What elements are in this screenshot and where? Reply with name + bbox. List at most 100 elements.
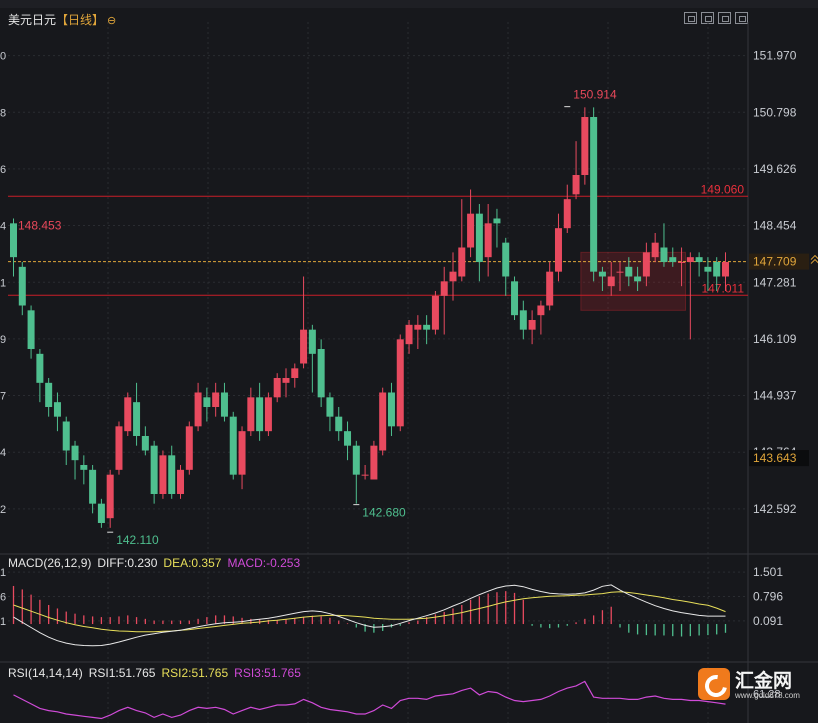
- candle-body: [493, 218, 501, 224]
- candle-body: [713, 262, 721, 277]
- candle-body: [581, 117, 589, 175]
- candle-body: [115, 426, 123, 470]
- candle-body: [370, 445, 378, 480]
- candle-body: [440, 281, 448, 296]
- scroll-up-icon: [810, 254, 818, 264]
- candle-body: [686, 257, 694, 262]
- candle-body: [484, 223, 492, 258]
- candle-body: [247, 397, 255, 432]
- low-annotation: 142.680: [362, 506, 406, 520]
- candle-body: [27, 310, 35, 349]
- candle-body: [704, 266, 712, 272]
- candle-body: [511, 281, 519, 316]
- candle-body: [264, 397, 272, 432]
- left-axis-tick: 1: [0, 616, 6, 628]
- candle-body: [185, 426, 193, 470]
- candle-body: [352, 445, 360, 475]
- rsi-line: [13, 680, 726, 720]
- candle-body: [379, 392, 387, 451]
- price-axis-tick: 150.798: [753, 105, 797, 119]
- candle-body: [335, 416, 343, 432]
- rsi2-value: RSI2:51.765: [161, 666, 229, 680]
- candle-body: [475, 213, 483, 262]
- left-axis-tick: 1: [0, 567, 6, 579]
- candle-body: [546, 271, 554, 306]
- candle-body: [106, 474, 114, 519]
- price-axis-tick: 146.109: [753, 332, 797, 346]
- candle-body: [71, 445, 79, 461]
- candle-body: [528, 320, 536, 330]
- candle-body: [405, 324, 413, 345]
- left-axis-tick: 1: [0, 277, 6, 289]
- macd-axis-tick: 0.091: [753, 614, 783, 628]
- candle-body: [537, 305, 545, 316]
- price-axis-tick: 149.626: [753, 162, 797, 176]
- candle-body: [89, 469, 97, 504]
- candle-body: [396, 339, 404, 427]
- left-axis-tick: 9: [0, 334, 6, 346]
- candle-body: [220, 392, 228, 417]
- candle-body: [616, 271, 624, 273]
- candle-body: [62, 421, 70, 451]
- candle-body: [53, 402, 61, 417]
- candle-body: [326, 397, 334, 417]
- candle-body: [414, 324, 422, 330]
- chart-canvas[interactable]: 151.970 0 150.798 8 149.626 6 148.454 4 147.281 1…: [0, 0, 818, 723]
- price-axis-tick: 148.454: [753, 219, 797, 233]
- candle-body: [282, 378, 290, 383]
- price-axis-tick: 151.970: [753, 49, 797, 63]
- price-axis-tick: 142.592: [753, 502, 797, 516]
- candle-body: [141, 436, 149, 451]
- level-label: 149.060: [701, 182, 745, 196]
- high-annotation: 148.453: [18, 219, 62, 233]
- left-axis-tick: 2: [0, 504, 6, 516]
- candle-body: [36, 353, 44, 383]
- candle-body: [150, 445, 158, 494]
- candle-body: [124, 397, 132, 432]
- candle-body: [291, 368, 299, 378]
- candle-body: [625, 266, 633, 277]
- candle-body: [159, 455, 167, 494]
- price-axis-tick: 144.937: [753, 389, 797, 403]
- candle-body: [660, 247, 668, 262]
- rsi-legend: RSI(14,14,14) RSI1:51.765 RSI2:51.765 RSI3:…: [8, 666, 307, 680]
- macd-params: MACD(26,12,9): [8, 556, 92, 570]
- candle-body: [273, 378, 281, 398]
- candle-body: [669, 257, 677, 262]
- candle-body: [308, 329, 316, 354]
- candle-body: [361, 474, 369, 476]
- candle-body: [168, 455, 176, 494]
- candle-body: [80, 465, 88, 470]
- diff-value: DIFF:0.230: [97, 556, 158, 570]
- diff-line: [13, 584, 726, 647]
- candle-body: [229, 416, 237, 475]
- candle-body: [458, 247, 466, 277]
- candle-body: [344, 431, 352, 446]
- left-axis-tick: 4: [0, 221, 6, 233]
- gold678-logo-icon: [698, 668, 730, 700]
- candle-body: [10, 223, 17, 258]
- candle-body: [133, 402, 141, 436]
- candle-body: [563, 199, 571, 229]
- macd-value: MACD:-0.253: [227, 556, 301, 570]
- left-axis-tick: 8: [0, 107, 6, 119]
- candle-body: [97, 503, 105, 523]
- candle-body: [18, 266, 26, 306]
- candle-body: [502, 242, 510, 277]
- candle-body: [317, 349, 325, 398]
- left-axis-tick: 6: [0, 591, 6, 603]
- candle-body: [423, 324, 431, 330]
- dea-line: [13, 591, 726, 633]
- candle-body: [177, 469, 185, 494]
- gold678-logo: 汇金网 www.gold678.com: [694, 664, 818, 708]
- high-annotation: 150.914: [573, 88, 617, 102]
- left-axis-tick: 4: [0, 447, 6, 459]
- rsi1-value: RSI1:51.765: [88, 666, 156, 680]
- macd-axis-tick: 0.796: [753, 589, 783, 603]
- candle-body: [431, 295, 439, 330]
- candle-body: [572, 175, 580, 195]
- candle-body: [194, 392, 202, 427]
- left-axis-tick: 0: [0, 51, 6, 63]
- candle-body: [721, 262, 729, 277]
- candle-body: [590, 117, 598, 272]
